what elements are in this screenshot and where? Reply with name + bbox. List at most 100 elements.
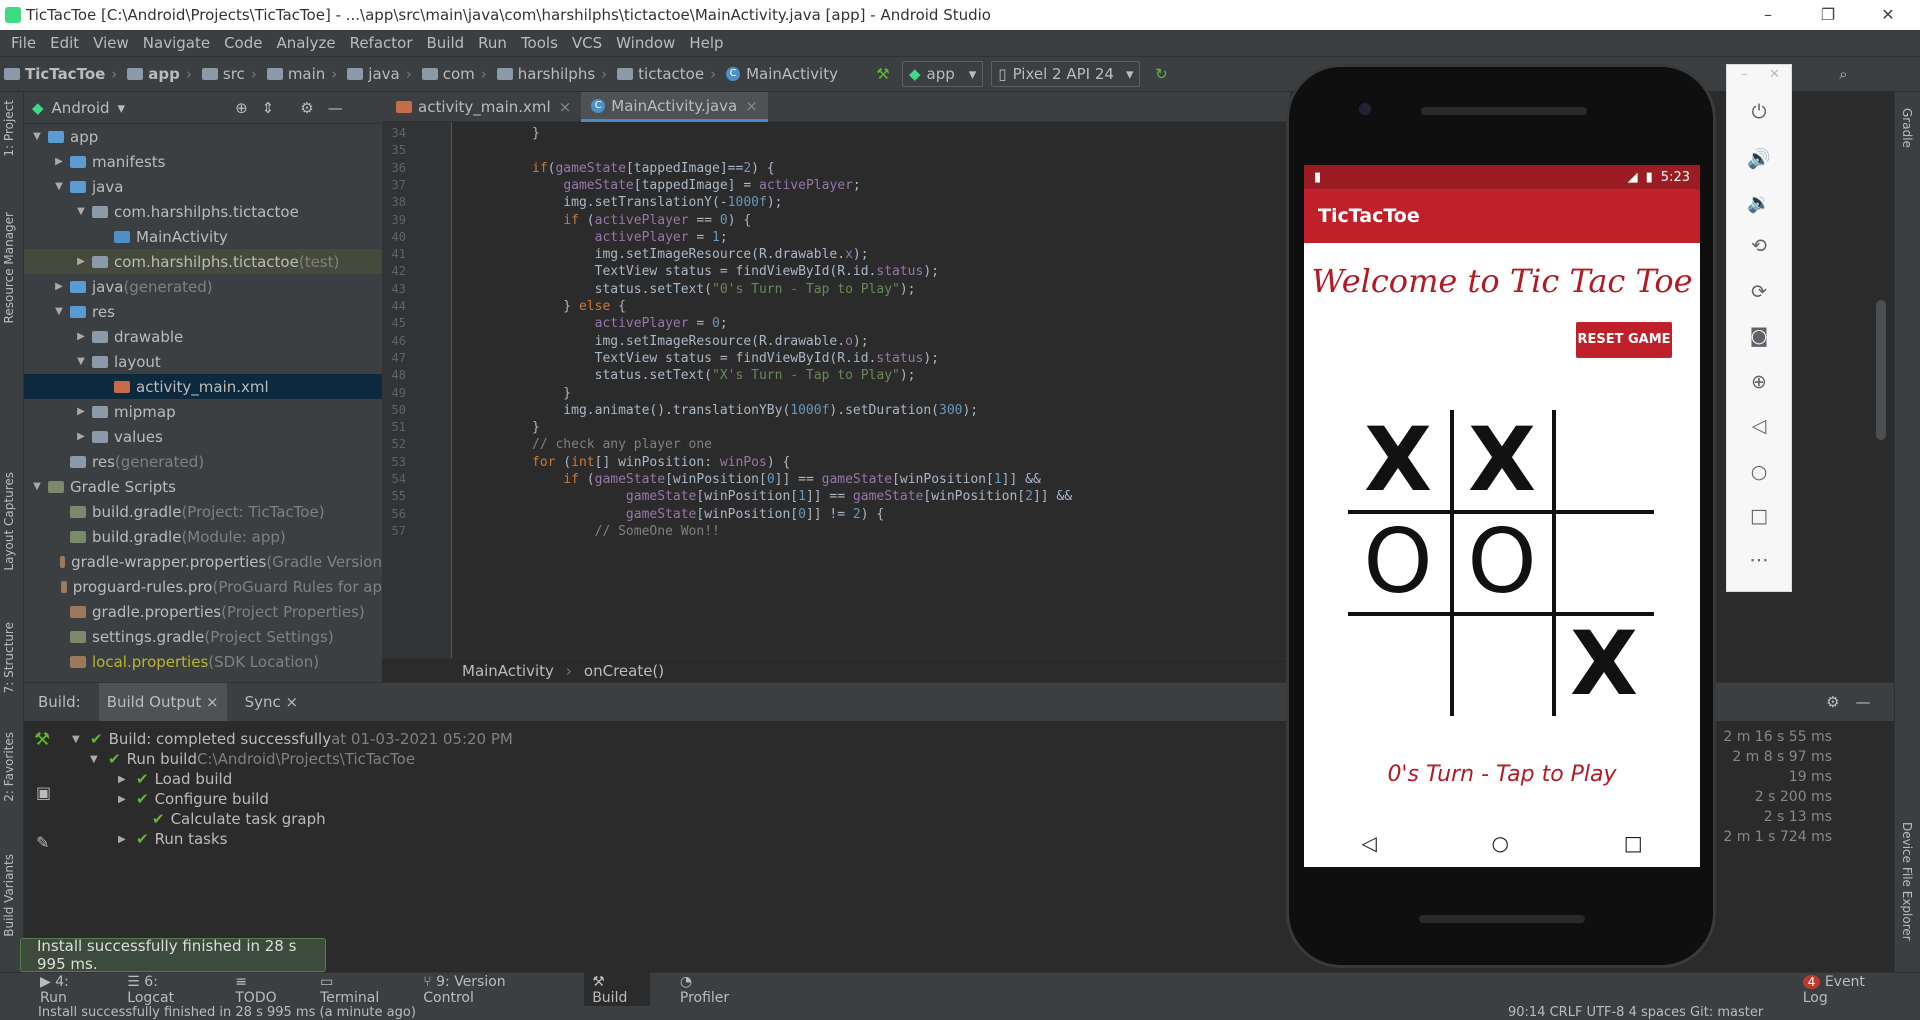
build-row[interactable]: ▶ ✔ Run tasks [118,829,228,849]
menu-view[interactable]: View [86,34,136,52]
pin-icon[interactable]: ✎ [36,833,49,852]
volume-down-icon[interactable]: 🔉 [1727,191,1791,214]
tab-profiler[interactable]: ◔ Profiler [680,974,743,1006]
menu-code[interactable]: Code [217,34,269,52]
rotate-left-icon[interactable]: ⟲ [1727,235,1791,257]
expand-arrow-icon[interactable]: ▶ [118,834,136,845]
home-icon[interactable]: ○ [1492,831,1509,855]
board-cell[interactable] [1554,410,1654,510]
tab-resource-manager[interactable]: Resource Manager [2,212,16,323]
home-icon[interactable]: ○ [1727,461,1791,483]
tree-item[interactable]: ▶ com.harshilphs.tictactoe (test) [24,249,382,274]
tree-item[interactable]: build.gradle (Project: TicTacToe) [24,499,382,524]
tree-item[interactable]: ▶ manifests [24,149,382,174]
expand-arrow-icon[interactable]: ▶ [52,156,66,167]
menu-analyze[interactable]: Analyze [269,34,342,52]
collapse-icon[interactable]: ⇕ [262,99,275,117]
chevron-down-icon[interactable]: ▾ [118,99,126,117]
board-cell[interactable] [1452,614,1552,714]
gear-icon[interactable]: ⚙ [1826,693,1839,711]
expand-arrow-icon[interactable]: ▶ [74,331,88,342]
board-cell[interactable]: X [1348,410,1448,510]
expand-arrow-icon[interactable]: ▼ [72,734,90,745]
volume-up-icon[interactable]: 🔊 [1727,147,1791,170]
zoom-icon[interactable]: ⊕ [1727,371,1791,393]
tree-item[interactable]: ▼ com.harshilphs.tictactoe [24,199,382,224]
breadcrumb[interactable]: com › [421,65,493,83]
tab-structure[interactable]: 7: Structure [2,622,16,693]
power-icon[interactable]: ⏻ [1727,101,1791,123]
tree-item[interactable]: proguard-rules.pro (ProGuard Rules for a… [24,574,382,599]
tree-item[interactable]: ▼ Gradle Scripts [24,474,382,499]
tab-main-activity-java[interactable]: C MainActivity.java × [581,92,768,122]
device-select[interactable]: ▯ Pixel 2 API 24 ▾ [991,61,1141,87]
expand-arrow-icon[interactable]: ▶ [52,281,66,292]
locate-icon[interactable]: ⊕ [235,99,248,117]
expand-arrow-icon[interactable]: ▼ [90,754,108,765]
editor-scrollbar[interactable] [1876,300,1886,440]
tree-item[interactable]: gradle.properties (Project Properties) [24,599,382,624]
project-view-select[interactable]: Android [52,99,110,117]
expand-arrow-icon[interactable]: ▼ [52,181,66,192]
tree-item[interactable]: ▼ res [24,299,382,324]
close-icon[interactable]: × [745,97,758,115]
rotate-right-icon[interactable]: ⟳ [1727,281,1791,303]
recents-icon[interactable]: □ [1624,831,1643,855]
screenshot-icon[interactable]: ◙ [1727,325,1791,347]
tree-item[interactable]: ▼ layout [24,349,382,374]
run-config-select[interactable]: ◆ app ▾ [901,61,984,87]
close-icon[interactable]: ✕ [1769,67,1780,82]
tree-item[interactable]: ▶ java (generated) [24,274,382,299]
menu-build[interactable]: Build [420,34,472,52]
rerun-icon[interactable]: ↻ [1150,63,1172,85]
tree-item[interactable]: ▼ java [24,174,382,199]
tree-item[interactable]: gradle-wrapper.properties (Gradle Versio… [24,549,382,574]
tree-item[interactable]: MainActivity [24,224,382,249]
expand-arrow-icon[interactable]: ▶ [74,431,88,442]
build-row[interactable]: ✔ Calculate task graph [134,809,326,829]
code-editor[interactable] [382,122,1290,658]
tab-build-output[interactable]: Build Output × [98,683,227,721]
back-icon[interactable]: ◁ [1727,415,1791,437]
restore-icon[interactable]: ❐ [1800,0,1856,30]
expand-arrow-icon[interactable]: ▶ [74,256,88,267]
menu-navigate[interactable]: Navigate [136,34,217,52]
hide-icon[interactable]: — [328,99,343,117]
board-cell[interactable]: X [1554,614,1654,714]
menu-edit[interactable]: Edit [43,34,86,52]
breadcrumb[interactable]: TicTacToe › [4,65,123,83]
crumb-method[interactable]: onCreate() [584,662,664,680]
minimize-icon[interactable]: – [1741,67,1748,82]
tree-item[interactable]: ▶ values [24,424,382,449]
minimize-icon[interactable]: – [1740,0,1796,30]
overview-icon[interactable]: □ [1727,505,1791,527]
tree-item[interactable]: ▶ drawable [24,324,382,349]
build-row[interactable]: ▶ ✔ Configure build [118,789,269,809]
close-icon[interactable]: × [559,98,572,116]
menu-help[interactable]: Help [682,34,730,52]
board-cell[interactable] [1348,614,1448,714]
reset-game-button[interactable]: RESET GAME [1576,322,1672,358]
expand-arrow-icon[interactable]: ▼ [52,306,66,317]
breadcrumb[interactable]: C MainActivity [726,65,838,83]
tab-event-log[interactable]: 4 Event Log [1802,974,1890,1006]
breadcrumb[interactable]: harshilphs › [496,65,613,83]
board-cell[interactable]: X [1452,410,1552,510]
search-icon[interactable]: ⌕ [1832,63,1854,85]
expand-arrow-icon[interactable]: ▶ [118,774,136,785]
expand-arrow-icon[interactable]: ▶ [74,406,88,417]
tree-item[interactable]: settings.gradle (Project Settings) [24,624,382,649]
hide-icon[interactable]: — [1856,693,1871,711]
tab-run[interactable]: ▶ 4: Run [40,974,97,1006]
menu-vcs[interactable]: VCS [565,34,609,52]
expand-arrow-icon[interactable]: ▶ [118,794,136,805]
tab-logcat[interactable]: ☰ 6: Logcat [127,974,205,1006]
tab-layout-captures[interactable]: Layout Captures [2,472,16,571]
build-row[interactable]: ▼ ✔ Build: completed successfully at 01-03… [72,729,513,749]
tree-item[interactable]: local.properties (SDK Location) [24,649,382,674]
tab-project[interactable]: 1: Project [2,100,16,157]
close-icon[interactable]: ✕ [1860,0,1916,30]
breadcrumb[interactable]: java › [347,65,417,83]
breadcrumb[interactable]: app › [127,65,198,83]
tab-build-variants[interactable]: Build Variants [2,854,16,937]
